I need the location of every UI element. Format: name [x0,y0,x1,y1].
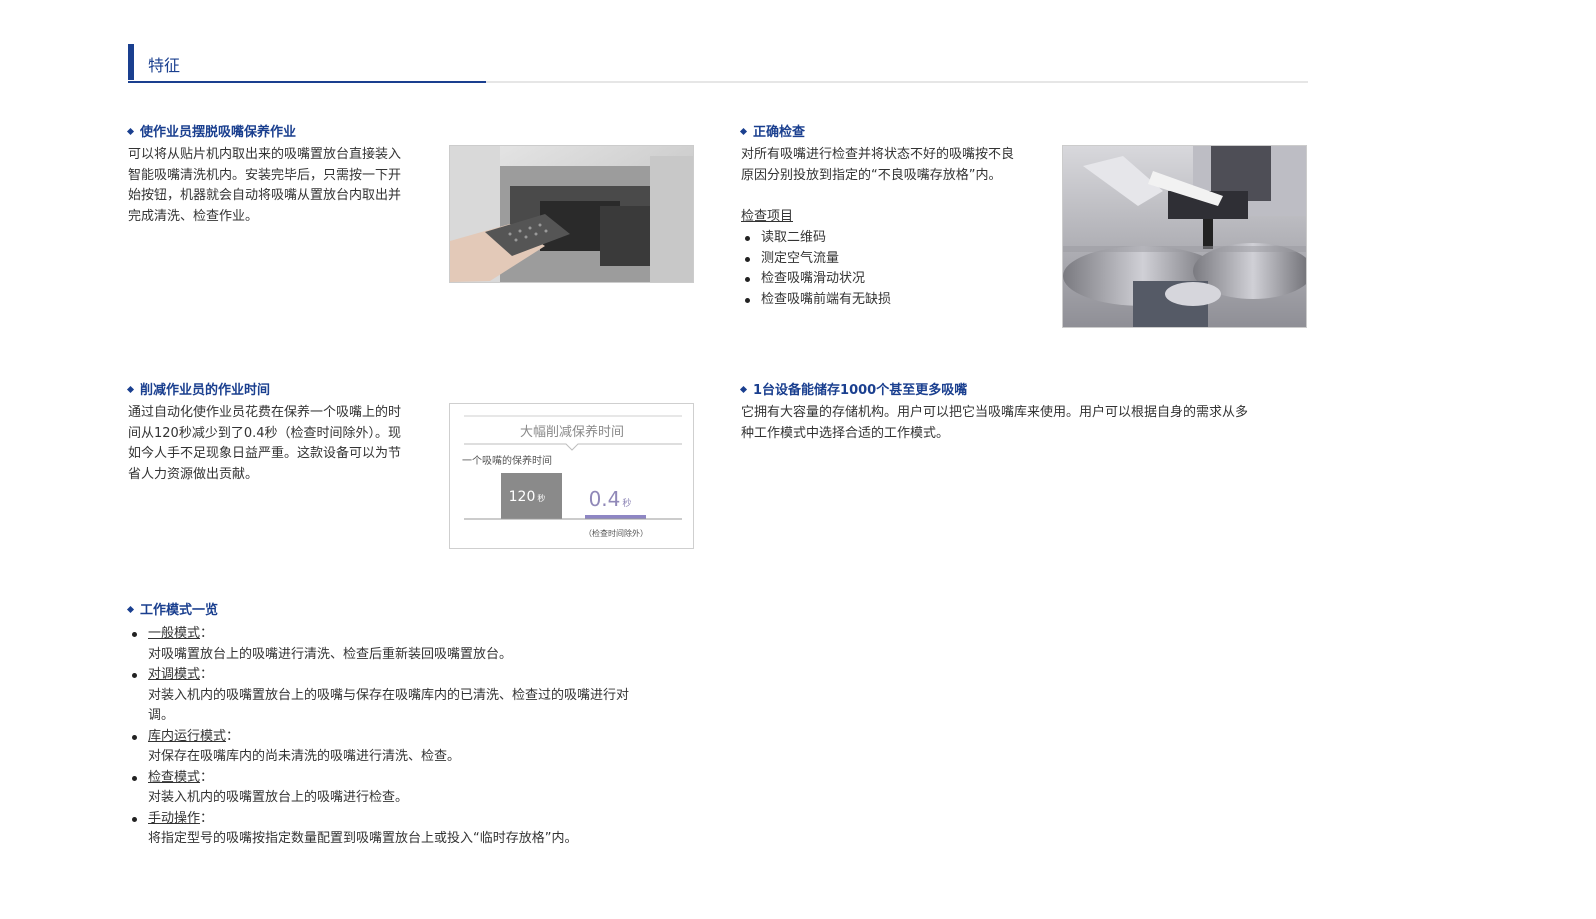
list-item: 检查吸嘴前端有无缺损 [741,290,1041,311]
unit-label: 秒 [537,493,545,503]
feature-title-1: 使作业员摆脱吸嘴保养作业 [126,121,297,140]
tray-loading-illustration [450,146,693,282]
mode-item-library: 库内运行模式： 对保存在吸嘴库内的尚未清洗的吸嘴进行清洗、检查。 [128,727,688,768]
desc-line: 对所有吸嘴进行检查并将状态不好的吸嘴按不良 [741,147,1015,162]
chart-title: 大幅削减保养时间 [520,424,624,440]
mode-desc: 将指定型号的吸嘴按指定数量配置到吸嘴置放台上或投入“临时存放格”内。 [148,831,578,846]
mode-desc: 对装入机内的吸嘴置放台上的吸嘴进行检查。 [148,790,409,805]
section-header: 特征 [128,44,1308,84]
inspection-list: 读取二维码 测定空气流量 检查吸嘴滑动状况 检查吸嘴前端有无缺损 [741,228,1041,310]
colon: ： [200,769,214,785]
colon: ： [226,728,240,744]
inspection-photo [1062,145,1307,328]
mode-item-manual: 手动操作： 将指定型号的吸嘴按指定数量配置到吸嘴置放台上或投入“临时存放格”内。 [128,809,688,850]
diamond-bullet-icon [739,127,748,136]
diamond-bullet-icon [126,127,135,136]
bar-0-4 [585,515,646,519]
feature-title-text: 1台设备能储存1000个甚至更多吸嘴 [753,383,968,398]
diamond-bullet-icon [126,605,135,614]
desc-line: 通过自动化使作业员花费在保养一个吸嘴上的时 [128,405,402,420]
diamond-bullet-icon [126,385,135,394]
mode-name: 对调模式 [148,667,201,682]
mode-item-normal: 一般模式： 对吸嘴置放台上的吸嘴进行清洗、检查后重新装回吸嘴置放台。 [128,624,688,665]
list-item: 测定空气流量 [741,249,1041,270]
desc-line: 完成清洗、检查作业。 [128,208,259,224]
chart-annotation: （检查时间除外） [584,528,648,538]
value-0-4: 0.4 [589,487,621,511]
chart-title-rule [464,443,682,451]
desc-line: 间从120秒减少到了0.4秒（检查时间除外）。现 [128,425,401,441]
unit-label: 秒 [622,497,631,509]
desc-line: 如今人手不足现象日益严重。这款设备可以为节 [128,446,402,461]
mode-desc: 对吸嘴置放台上的吸嘴进行清洗、检查后重新装回吸嘴置放台。 [148,646,513,662]
mode-name: 检查模式 [148,769,201,785]
feature-title-5: 工作模式一览 [126,599,219,618]
mode-desc: 调。 [148,708,175,723]
feature-title-2: 正确检查 [739,121,806,140]
maintenance-time-chart: 大幅削减保养时间 一个吸嘴的保养时间 120 秒 0.4 秒 （检查时间除外） [449,403,694,549]
inspection-list-title-text: 检查项目 [741,209,794,224]
desc-line: 始按钮，机器就会自动将吸嘴从置放台内取出并 [128,188,402,203]
feature-title-3: 削减作业员的作业时间 [126,379,271,398]
feature-desc-4: 它拥有大容量的存储机构。用户可以把它当吸嘴库来使用。用户可以根据自身的需求从多 … [741,403,1301,444]
mode-name: 库内运行模式 [148,728,227,744]
mode-desc: 对保存在吸嘴库内的尚未清洗的吸嘴进行清洗、检查。 [148,749,461,764]
section-title: 特征 [148,56,181,75]
list-item: 检查吸嘴滑动状况 [741,269,1041,290]
mode-item-swap: 对调模式： 对装入机内的吸嘴置放台上的吸嘴与保存在吸嘴库内的已清洗、检查过的吸嘴… [128,665,688,727]
desc-line: 原因分别投放到指定的“不良吸嘴存放格”内。 [741,167,1002,183]
section-divider-accent [128,81,486,83]
value-label-0-4: 0.4 秒 [589,487,632,511]
inspection-list-title: 检查项目 [741,207,793,228]
colon: ： [200,810,214,826]
feature-desc-1: 可以将从贴片机内取出来的吸嘴置放台直接装入 智能吸嘴清洗机内。安装完毕后，只需按… [128,145,428,227]
colon: ： [200,667,214,682]
desc-line: 种工作模式中选择合适的工作模式。 [741,425,950,441]
chart-ylabel: 一个吸嘴的保养时间 [462,454,552,467]
feature-title-text: 正确检查 [753,125,806,140]
desc-line: 智能吸嘴清洗机内。安装完毕后，只需按一下开 [128,167,402,183]
chart-svg: 大幅削减保养时间 一个吸嘴的保养时间 120 秒 0.4 秒 （检查时间除外） [462,415,682,538]
inspection-illustration [1063,146,1306,327]
mode-list: 一般模式： 对吸嘴置放台上的吸嘴进行清洗、检查后重新装回吸嘴置放台。 对调模式：… [128,624,688,850]
feature-title-4: 1台设备能储存1000个甚至更多吸嘴 [739,379,968,398]
desc-line: 它拥有大容量的存储机构。用户可以把它当吸嘴库来使用。用户可以根据自身的需求从多 [741,405,1249,420]
diamond-bullet-icon [739,385,748,394]
colon: ： [200,626,214,641]
value-120: 120 [509,489,536,505]
list-item: 读取二维码 [741,228,1041,249]
tray-loading-photo [449,145,694,283]
feature-title-text: 工作模式一览 [140,603,219,618]
desc-line: 可以将从贴片机内取出来的吸嘴置放台直接装入 [128,147,402,162]
mode-name: 一般模式 [148,626,201,641]
mode-name: 手动操作 [148,810,201,826]
feature-desc-3: 通过自动化使作业员花费在保养一个吸嘴上的时 间从120秒减少到了0.4秒（检查时… [128,403,428,485]
feature-title-text: 使作业员摆脱吸嘴保养作业 [140,125,297,140]
feature-title-text: 削减作业员的作业时间 [140,383,271,398]
feature-desc-2: 对所有吸嘴进行检查并将状态不好的吸嘴按不良 原因分别投放到指定的“不良吸嘴存放格… [741,145,1041,186]
desc-line: 省人力资源做出贡献。 [128,466,259,482]
section-accent-bar [128,44,134,80]
mode-desc: 对装入机内的吸嘴置放台上的吸嘴与保存在吸嘴库内的已清洗、检查过的吸嘴进行对 [148,687,630,703]
mode-item-inspect: 检查模式： 对装入机内的吸嘴置放台上的吸嘴进行检查。 [128,768,688,809]
